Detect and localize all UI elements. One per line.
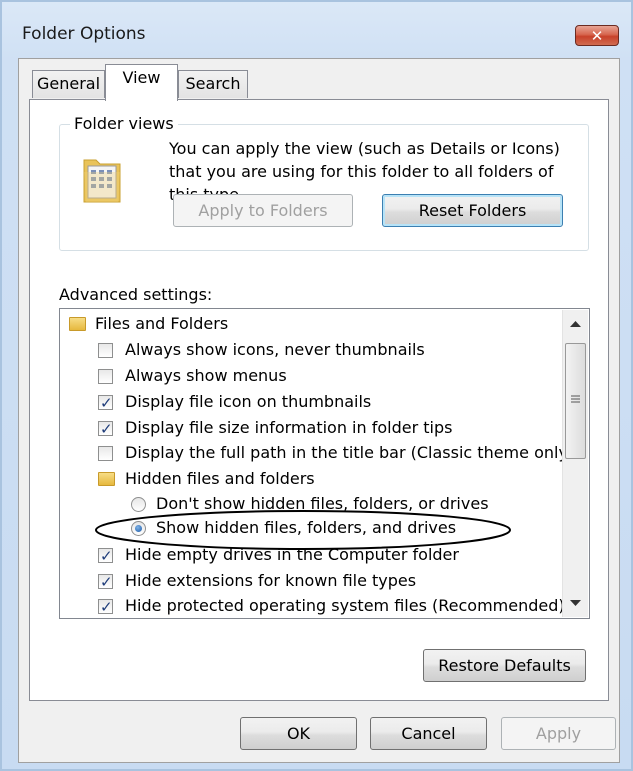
checkbox-display-full-path[interactable] xyxy=(98,446,113,461)
ok-button[interactable]: OK xyxy=(240,717,357,750)
checkbox-hide-protected-files[interactable] xyxy=(98,595,113,618)
list-item[interactable]: Hide extensions for known file types xyxy=(60,569,560,594)
list-item[interactable]: Show hidden files, folders, and drives xyxy=(60,516,560,540)
cancel-button[interactable]: Cancel xyxy=(370,717,487,750)
list-item[interactable]: Display the full path in the title bar (… xyxy=(60,441,574,465)
list-item-label: Display file icon on thumbnails xyxy=(125,392,372,411)
list-item[interactable]: Hide empty drives in the Computer folder xyxy=(60,543,560,568)
tab-view[interactable]: View xyxy=(105,64,178,101)
tree-group-files-and-folders: Files and Folders xyxy=(60,312,560,336)
apply-to-folders-button[interactable]: Apply to Folders xyxy=(173,194,353,227)
scroll-up-arrow-icon[interactable] xyxy=(570,320,581,327)
folder-views-heading: Folder views xyxy=(70,114,178,133)
checkbox-always-show-icons[interactable] xyxy=(98,343,113,358)
list-item-label: Show hidden files, folders, and drives xyxy=(156,518,457,537)
tab-search[interactable]: Search xyxy=(178,70,248,98)
checkbox-hide-extensions[interactable] xyxy=(98,570,113,594)
tree-group-hidden-files: Hidden files and folders xyxy=(60,467,560,491)
grip-icon xyxy=(571,395,580,403)
folder-views-icon xyxy=(83,159,121,203)
list-item-label: Always show icons, never thumbnails xyxy=(125,340,425,359)
folder-icon xyxy=(98,472,115,486)
list-item-label: Hide protected operating system files (R… xyxy=(125,596,565,615)
list-item-label: Display the full path in the title bar (… xyxy=(125,443,575,462)
list-item-label: Don't show hidden files, folders, or dri… xyxy=(156,494,489,513)
advanced-settings-scrollbar[interactable] xyxy=(562,310,588,617)
tree-group-label: Hidden files and folders xyxy=(125,469,315,488)
checkbox-hide-empty-drives[interactable] xyxy=(98,544,113,568)
folder-icon xyxy=(69,317,86,331)
tab-general[interactable]: General xyxy=(32,70,105,98)
list-item-label: Always show menus xyxy=(125,366,287,385)
list-item[interactable]: Don't show hidden files, folders, or dri… xyxy=(60,492,560,516)
list-item[interactable]: Hide protected operating system files (R… xyxy=(60,594,565,618)
list-item[interactable]: Always show icons, never thumbnails xyxy=(60,338,560,362)
advanced-settings-heading: Advanced settings: xyxy=(59,285,213,304)
checkbox-always-show-menus[interactable] xyxy=(98,369,113,384)
tree-group-label: Files and Folders xyxy=(95,314,229,333)
restore-defaults-button[interactable]: Restore Defaults xyxy=(423,649,586,682)
list-item[interactable]: Display file icon on thumbnails xyxy=(60,390,560,415)
radio-dont-show-hidden[interactable] xyxy=(131,497,146,512)
apply-button[interactable]: Apply xyxy=(501,717,616,750)
scroll-down-arrow-icon[interactable] xyxy=(570,600,581,607)
list-item-label: Hide empty drives in the Computer folder xyxy=(125,545,459,564)
reset-folders-button[interactable]: Reset Folders xyxy=(382,194,563,227)
checkbox-display-file-icon[interactable] xyxy=(98,391,113,415)
list-item[interactable]: Always show menus xyxy=(60,364,560,388)
close-button[interactable]: ✕ xyxy=(575,25,619,46)
checkbox-display-file-size[interactable] xyxy=(98,417,113,441)
radio-show-hidden[interactable] xyxy=(131,521,146,536)
list-item[interactable]: Display file size information in folder … xyxy=(60,416,560,441)
list-item-label: Display file size information in folder … xyxy=(125,418,453,437)
advanced-settings-list[interactable]: Files and Folders Always show icons, nev… xyxy=(59,308,590,619)
list-item-label: Hide extensions for known file types xyxy=(125,571,417,590)
window-title: Folder Options xyxy=(22,24,146,44)
scrollbar-thumb[interactable] xyxy=(565,343,586,459)
